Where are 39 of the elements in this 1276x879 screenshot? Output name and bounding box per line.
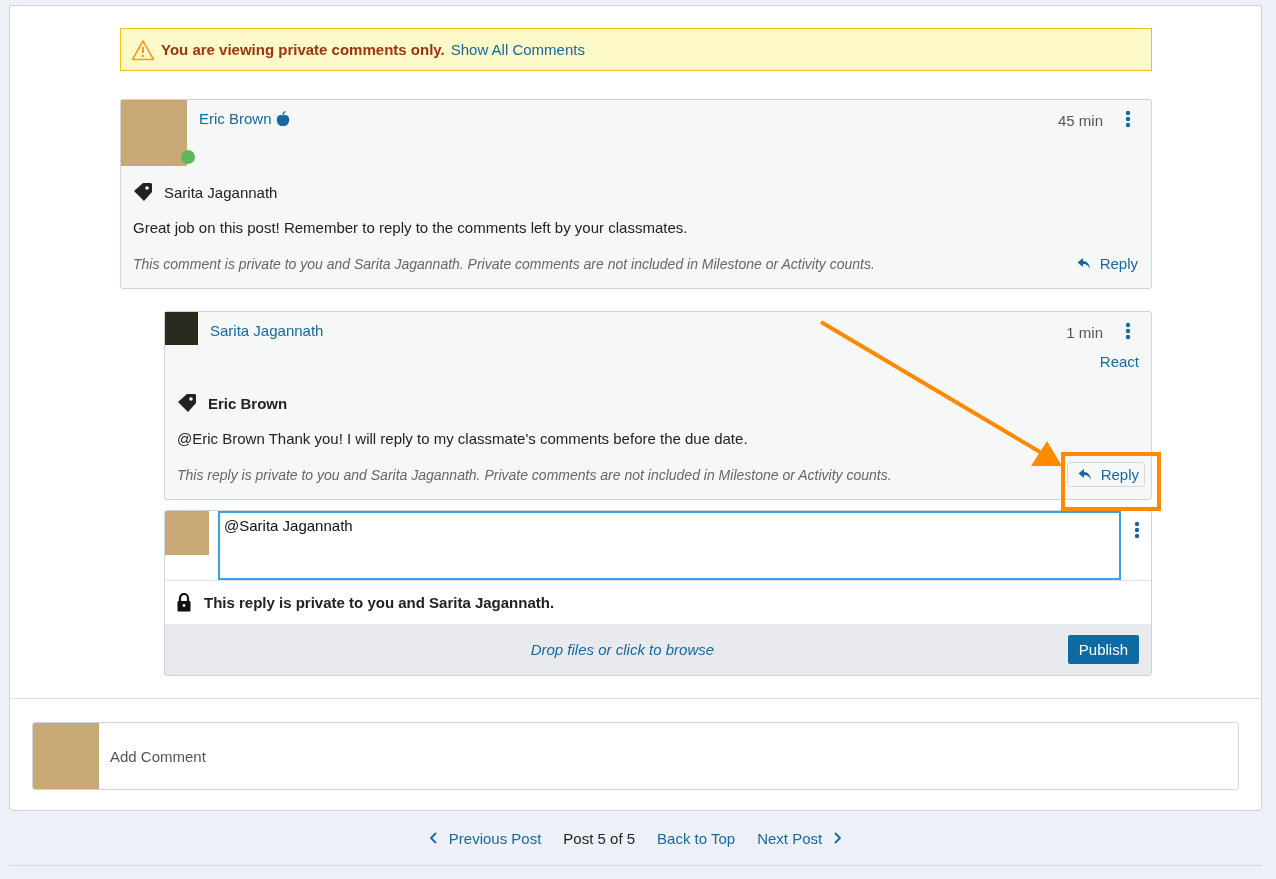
warning-icon — [131, 38, 155, 61]
tag-icon — [177, 393, 197, 413]
reply-arrow-icon — [1076, 257, 1091, 270]
placeholder-text: Add Comment — [110, 747, 206, 765]
file-drop-zone-link[interactable]: Drop files or click to browse — [177, 641, 1068, 658]
react-link[interactable]: React — [1099, 353, 1139, 370]
comment-time: 45 min — [1057, 112, 1103, 129]
more-options-icon[interactable] — [1125, 322, 1131, 340]
previous-post-link[interactable]: Previous Post — [429, 829, 542, 847]
next-post-link[interactable]: Next Post — [757, 829, 842, 847]
author-name-link[interactable]: Sarita Jagannath — [210, 322, 324, 339]
author-name-link[interactable]: Eric Brown — [199, 110, 272, 127]
tag-icon — [133, 182, 153, 202]
reply-button[interactable]: Reply — [1066, 462, 1145, 487]
alert-message: You are viewing private comments only. — [161, 41, 445, 58]
privacy-note: This comment is private to you and Sarita Jagannath. Private comments are not included in Milestone or Activity counts. — [133, 255, 876, 272]
privacy-message: This reply is private to you and Sarita Jagannath. — [204, 594, 555, 611]
chevron-right-icon — [834, 832, 842, 844]
publish-button[interactable]: Publish — [1067, 635, 1139, 664]
avatar-photo-placeholder — [33, 723, 99, 789]
comment-text: @Eric Brown Thank you! I will reply to my classmate's comments before the due date. — [177, 430, 749, 447]
reply-input-field[interactable]: @Sarita Jagannath — [218, 511, 1121, 580]
avatar-photo-placeholder — [165, 312, 198, 345]
comment-text: Great job on this post! Remember to reply to the comments left by your classmates. — [133, 219, 689, 236]
more-options-icon[interactable] — [1125, 110, 1131, 128]
tagged-student-name: Eric Brown — [208, 394, 288, 412]
privacy-note: This reply is private to you and Sarita Jagannath. Private comments are not included in Milestone or Activity counts. — [177, 466, 893, 483]
tagged-student-name: Sarita Jagannath — [164, 183, 278, 201]
back-to-top-link[interactable]: Back to Top — [657, 829, 736, 847]
add-comment-field[interactable]: Add Comment — [32, 722, 1239, 790]
lock-icon — [177, 593, 191, 612]
reply-button[interactable]: Reply — [1065, 251, 1139, 276]
more-options-icon[interactable] — [1134, 521, 1140, 539]
post-position-text: Post 5 of 5 — [563, 829, 636, 847]
comment-time: 1 min — [1066, 324, 1103, 341]
chevron-left-icon — [429, 832, 437, 844]
reply-arrow-icon — [1077, 468, 1092, 481]
show-all-comments-link[interactable]: Show All Comments — [450, 41, 585, 58]
avatar-photo-placeholder — [165, 511, 209, 555]
